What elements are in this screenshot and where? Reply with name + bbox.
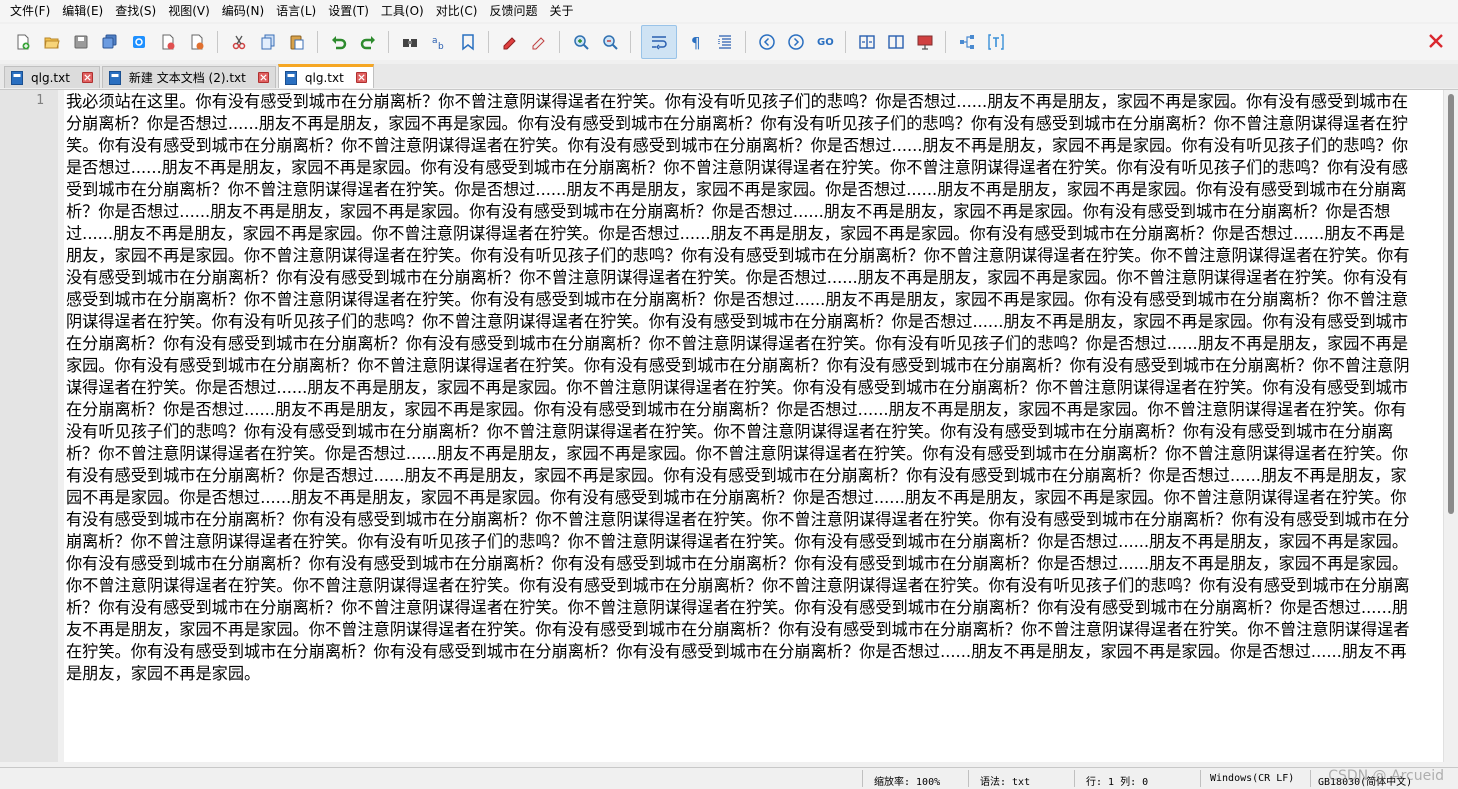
tab-close-icon[interactable] [257,72,269,83]
tab-close-icon[interactable] [355,72,367,83]
status-position: 行: 1 列: 0 [1086,777,1149,788]
scrollbar-thumb[interactable] [1448,94,1454,514]
undo-icon[interactable] [327,30,351,54]
clear-highlight-icon[interactable] [527,30,551,54]
menu-tools[interactable]: 工具(O) [375,0,430,22]
tab-qlg-active[interactable]: qlg.txt [277,64,374,88]
text-area[interactable]: 我必须站在这里。你有没有感受到城市在分崩离析？你不曾注意阴谋得逞者在狞笑。你有没… [66,90,1416,762]
paste-icon[interactable] [285,30,309,54]
close-icon[interactable] [1424,29,1448,53]
find-icon[interactable] [398,30,422,54]
print-icon[interactable] [156,30,180,54]
document-text[interactable]: 我必须站在这里。你有没有感受到城市在分崩离析？你不曾注意阴谋得逞者在狞笑。你有没… [66,90,1416,685]
goto-icon[interactable]: GO [813,30,837,54]
toolbar-separator [317,31,318,53]
new-file-icon[interactable] [11,30,35,54]
watermark: CSDN @ Arcueid [1328,768,1444,784]
svg-text:¶: ¶ [691,34,701,51]
menu-file[interactable]: 文件(F) [4,0,56,22]
status-separator [1310,770,1311,787]
svg-text:b: b [438,42,444,51]
status-language: 语法: txt [980,777,1031,788]
save-all-icon[interactable] [98,30,122,54]
menu-settings[interactable]: 设置(T) [322,0,375,22]
toolbar-separator [388,31,389,53]
toolbar-separator [217,31,218,53]
open-file-icon[interactable] [40,30,64,54]
document-icon [284,70,297,85]
prev-icon[interactable] [755,30,779,54]
menu-bar: 文件(F) 编辑(E) 查找(S) 视图(V) 编码(N) 语言(L) 设置(T… [0,0,1458,22]
bookmark-icon[interactable] [456,30,480,54]
fold-margin [58,90,64,762]
toolbar-separator [945,31,946,53]
menu-about[interactable]: 关于 [543,0,579,22]
tab-bar: qlg.txt 新建 文本文档 (2).txt qlg.txt [0,64,1458,88]
word-wrap-icon[interactable] [641,25,677,59]
zoom-in-icon[interactable] [569,30,593,54]
copy-icon[interactable] [256,30,280,54]
replace-icon[interactable]: ab [427,30,451,54]
present-icon[interactable] [913,30,937,54]
save-icon[interactable] [69,30,93,54]
tab-label: qlg.txt [31,70,70,85]
line-number: 1 [36,93,44,108]
split-horizontal-icon[interactable] [855,30,879,54]
toolbar-separator [745,31,746,53]
cut-icon[interactable] [227,30,251,54]
status-separator [1200,770,1201,787]
next-icon[interactable] [784,30,808,54]
redo-icon[interactable] [356,30,380,54]
menu-feedback[interactable]: 反馈问题 [483,0,543,22]
document-icon [11,70,23,85]
reload-icon[interactable] [127,30,151,54]
menu-view[interactable]: 视图(V) [162,0,216,22]
editor-window: 文件(F) 编辑(E) 查找(S) 视图(V) 编码(N) 语言(L) 设置(T… [0,0,1458,789]
toolbar: ab ¶ GO [0,24,1458,60]
vertical-scrollbar[interactable] [1443,90,1458,762]
show-all-chars-icon[interactable]: ¶ [684,30,708,54]
close-all-icon[interactable] [185,30,209,54]
menu-encoding[interactable]: 编码(N) [216,0,270,22]
status-zoom: 缩放率: 100% [874,777,941,788]
toolbar-separator [845,31,846,53]
status-separator [862,770,863,787]
line-number-gutter: 1 [0,90,58,762]
document-icon [108,70,121,85]
split-vertical-icon[interactable] [884,30,908,54]
structure-icon[interactable] [955,30,979,54]
svg-text:GO: GO [817,37,834,48]
text-format-icon[interactable] [984,30,1008,54]
status-separator [968,770,969,787]
tab-qlg[interactable]: qlg.txt [4,66,100,88]
tab-close-icon[interactable] [81,72,93,83]
indent-guide-icon[interactable] [713,30,737,54]
tab-label: qlg.txt [304,70,344,85]
menu-compare[interactable]: 对比(C) [430,0,484,22]
toolbar-separator [488,31,489,53]
tab-new-text-document[interactable]: 新建 文本文档 (2).txt [101,66,276,88]
tab-label: 新建 文本文档 (2).txt [128,71,246,85]
status-eol: Windows(CR LF) [1210,773,1295,784]
status-separator [1074,770,1075,787]
toolbar-separator [559,31,560,53]
menu-search[interactable]: 查找(S) [109,0,162,22]
highlight-icon[interactable] [498,30,522,54]
toolbar-separator [630,31,631,53]
zoom-out-icon[interactable] [598,30,622,54]
menu-language[interactable]: 语言(L) [270,0,322,22]
menu-edit[interactable]: 编辑(E) [56,0,109,22]
status-bar: 缩放率: 100% 语法: txt 行: 1 列: 0 Windows(CR L… [0,767,1458,789]
svg-text:a: a [432,36,438,46]
editor-pane[interactable]: 1 我必须站在这里。你有没有感受到城市在分崩离析？你不曾注意阴谋得逞者在狞笑。你… [0,89,1458,762]
